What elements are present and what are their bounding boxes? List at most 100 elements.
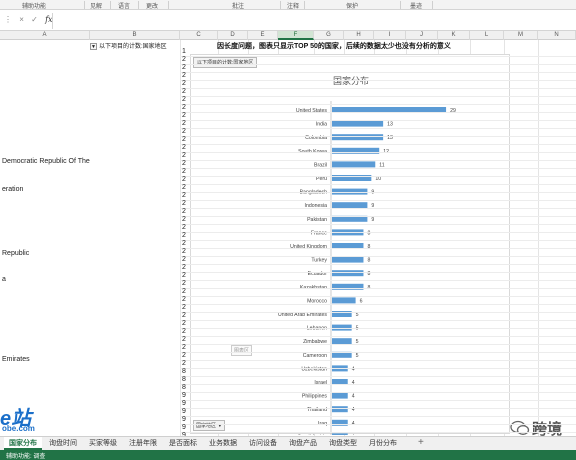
country-cell[interactable]: eration bbox=[2, 186, 23, 193]
column-header-j[interactable]: J bbox=[406, 31, 438, 40]
sheet-tab-reg-years[interactable]: 注册年限 bbox=[124, 437, 162, 450]
count-cell[interactable]: 2 bbox=[182, 264, 186, 271]
add-sheet-button[interactable]: + bbox=[418, 437, 424, 449]
bar[interactable] bbox=[332, 433, 348, 435]
count-cell[interactable]: 2 bbox=[182, 200, 186, 207]
bar[interactable] bbox=[332, 392, 348, 399]
count-cell[interactable]: 2 bbox=[182, 288, 186, 295]
country-cell[interactable]: a bbox=[2, 276, 6, 283]
count-cell[interactable]: 2 bbox=[182, 320, 186, 327]
count-cell[interactable]: 9 bbox=[182, 400, 186, 407]
count-cell[interactable]: 1 bbox=[182, 48, 186, 55]
country-distribution-chart[interactable]: United States29India13Colombia13South Ko… bbox=[190, 54, 510, 435]
formula-menu-icon[interactable]: ⋮ bbox=[4, 15, 12, 24]
count-cell[interactable]: 2 bbox=[182, 184, 186, 191]
count-cell[interactable]: 2 bbox=[182, 168, 186, 175]
column-header-h[interactable]: H bbox=[344, 31, 374, 40]
column-header-k[interactable]: K bbox=[438, 31, 470, 40]
count-cell[interactable]: 8 bbox=[182, 384, 186, 391]
column-header-i[interactable]: I bbox=[374, 31, 406, 40]
bar[interactable] bbox=[332, 256, 364, 263]
count-cell[interactable]: 2 bbox=[182, 144, 186, 151]
count-cell[interactable]: 2 bbox=[182, 296, 186, 303]
country-cell[interactable]: Republic bbox=[2, 250, 29, 257]
count-cell[interactable]: 2 bbox=[182, 152, 186, 159]
count-cell[interactable]: 2 bbox=[182, 248, 186, 255]
count-cell[interactable]: 2 bbox=[182, 112, 186, 119]
count-cell[interactable]: 2 bbox=[182, 176, 186, 183]
pivot-filter-header[interactable]: ▼ 以下项目的计数:国家地区 bbox=[90, 41, 167, 50]
ribbon-group-language[interactable]: 语言 bbox=[118, 1, 130, 10]
sheet-tab-business[interactable]: 业务数据 bbox=[204, 437, 242, 450]
count-cell[interactable]: 2 bbox=[182, 280, 186, 287]
formula-input[interactable] bbox=[52, 13, 576, 29]
count-cell[interactable]: 2 bbox=[182, 216, 186, 223]
ribbon-group-changes[interactable]: 更改 bbox=[146, 1, 158, 10]
count-cell[interactable]: 2 bbox=[182, 224, 186, 231]
ribbon-group-accessibility[interactable]: 辅助功能 bbox=[22, 1, 46, 10]
count-cell[interactable]: 2 bbox=[182, 88, 186, 95]
bar[interactable] bbox=[332, 297, 356, 304]
count-cell[interactable]: 8 bbox=[182, 376, 186, 383]
sheet-tab-inquiry-type[interactable]: 询盘类型 bbox=[324, 437, 362, 450]
chart-axis-field-button[interactable]: 国家地区 ▼ bbox=[193, 420, 226, 431]
count-cell[interactable]: 2 bbox=[182, 208, 186, 215]
count-cell[interactable]: 2 bbox=[182, 256, 186, 263]
count-cell[interactable]: 2 bbox=[182, 128, 186, 135]
sheet-tab-country[interactable]: 国家分布 bbox=[4, 437, 42, 450]
ribbon-group-comments[interactable]: 批注 bbox=[232, 1, 244, 10]
country-cell[interactable]: Democratic Republic Of The bbox=[2, 158, 90, 165]
sheet-tab-product[interactable]: 询盘产品 bbox=[284, 437, 322, 450]
count-cell[interactable]: 2 bbox=[182, 120, 186, 127]
count-cell[interactable]: 2 bbox=[182, 352, 186, 359]
count-cell[interactable]: 2 bbox=[182, 240, 186, 247]
column-header-m[interactable]: M bbox=[504, 31, 538, 40]
ribbon-group-insights[interactable]: 见解 bbox=[90, 1, 102, 10]
sheet-tab-buyer-level[interactable]: 买家等级 bbox=[84, 437, 122, 450]
count-cell[interactable]: 9 bbox=[182, 424, 186, 431]
count-cell[interactable]: 9 bbox=[182, 408, 186, 415]
sheet-tab-target[interactable]: 是否面标 bbox=[164, 437, 202, 450]
column-header-f[interactable]: F bbox=[278, 31, 314, 40]
count-cell[interactable]: 2 bbox=[182, 160, 186, 167]
count-cell[interactable]: 2 bbox=[182, 64, 186, 71]
count-cell[interactable]: 2 bbox=[182, 96, 186, 103]
column-header-d[interactable]: D bbox=[218, 31, 248, 40]
column-header-n[interactable]: N bbox=[538, 31, 576, 40]
count-cell[interactable]: 2 bbox=[182, 104, 186, 111]
count-cell[interactable]: 2 bbox=[182, 360, 186, 367]
sheet-tab-month[interactable]: 月份分布 bbox=[364, 437, 402, 450]
count-cell[interactable]: 2 bbox=[182, 344, 186, 351]
count-cell[interactable]: 2 bbox=[182, 336, 186, 343]
column-header-c[interactable]: C bbox=[180, 31, 218, 40]
column-header-e[interactable]: E bbox=[248, 31, 278, 40]
column-header-l[interactable]: L bbox=[470, 31, 504, 40]
count-cell[interactable]: 9 bbox=[182, 416, 186, 423]
count-cell[interactable]: 2 bbox=[182, 136, 186, 143]
country-cell[interactable]: Emirates bbox=[2, 356, 30, 363]
cancel-icon[interactable]: × bbox=[19, 15, 24, 24]
ribbon-group-protect[interactable]: 保护 bbox=[346, 1, 358, 10]
bar[interactable] bbox=[332, 120, 384, 127]
sheet-tab-device[interactable]: 访问设备 bbox=[244, 437, 282, 450]
ribbon-group-notes[interactable]: 注释 bbox=[287, 1, 299, 10]
count-cell[interactable]: 8 bbox=[182, 368, 186, 375]
sheet-tab-inquiry-time[interactable]: 询盘时间 bbox=[44, 437, 82, 450]
filter-dropdown-icon[interactable]: ▼ bbox=[90, 42, 97, 50]
column-header-b[interactable]: B bbox=[90, 31, 180, 40]
count-cell[interactable]: 2 bbox=[182, 80, 186, 87]
count-cell[interactable]: 9 bbox=[182, 392, 186, 399]
count-cell[interactable]: 2 bbox=[182, 56, 186, 63]
count-cell[interactable]: 2 bbox=[182, 272, 186, 279]
ribbon-group-ink[interactable]: 墨迹 bbox=[410, 1, 422, 10]
count-cell[interactable]: 2 bbox=[182, 192, 186, 199]
chart-field-button[interactable]: 以下项目的计数:国家地区 bbox=[193, 57, 258, 68]
count-cell[interactable]: 2 bbox=[182, 72, 186, 79]
count-cell[interactable]: 2 bbox=[182, 312, 186, 319]
worksheet-grid[interactable]: ▼ 以下项目的计数:国家地区 因长度问题，图表只显示TOP 50的国家，后续的数据… bbox=[0, 40, 576, 436]
enter-icon[interactable]: ✓ bbox=[31, 15, 38, 24]
count-cell[interactable]: 2 bbox=[182, 328, 186, 335]
column-header-g[interactable]: G bbox=[314, 31, 344, 40]
count-cell[interactable]: 2 bbox=[182, 304, 186, 311]
bar[interactable] bbox=[332, 161, 376, 168]
